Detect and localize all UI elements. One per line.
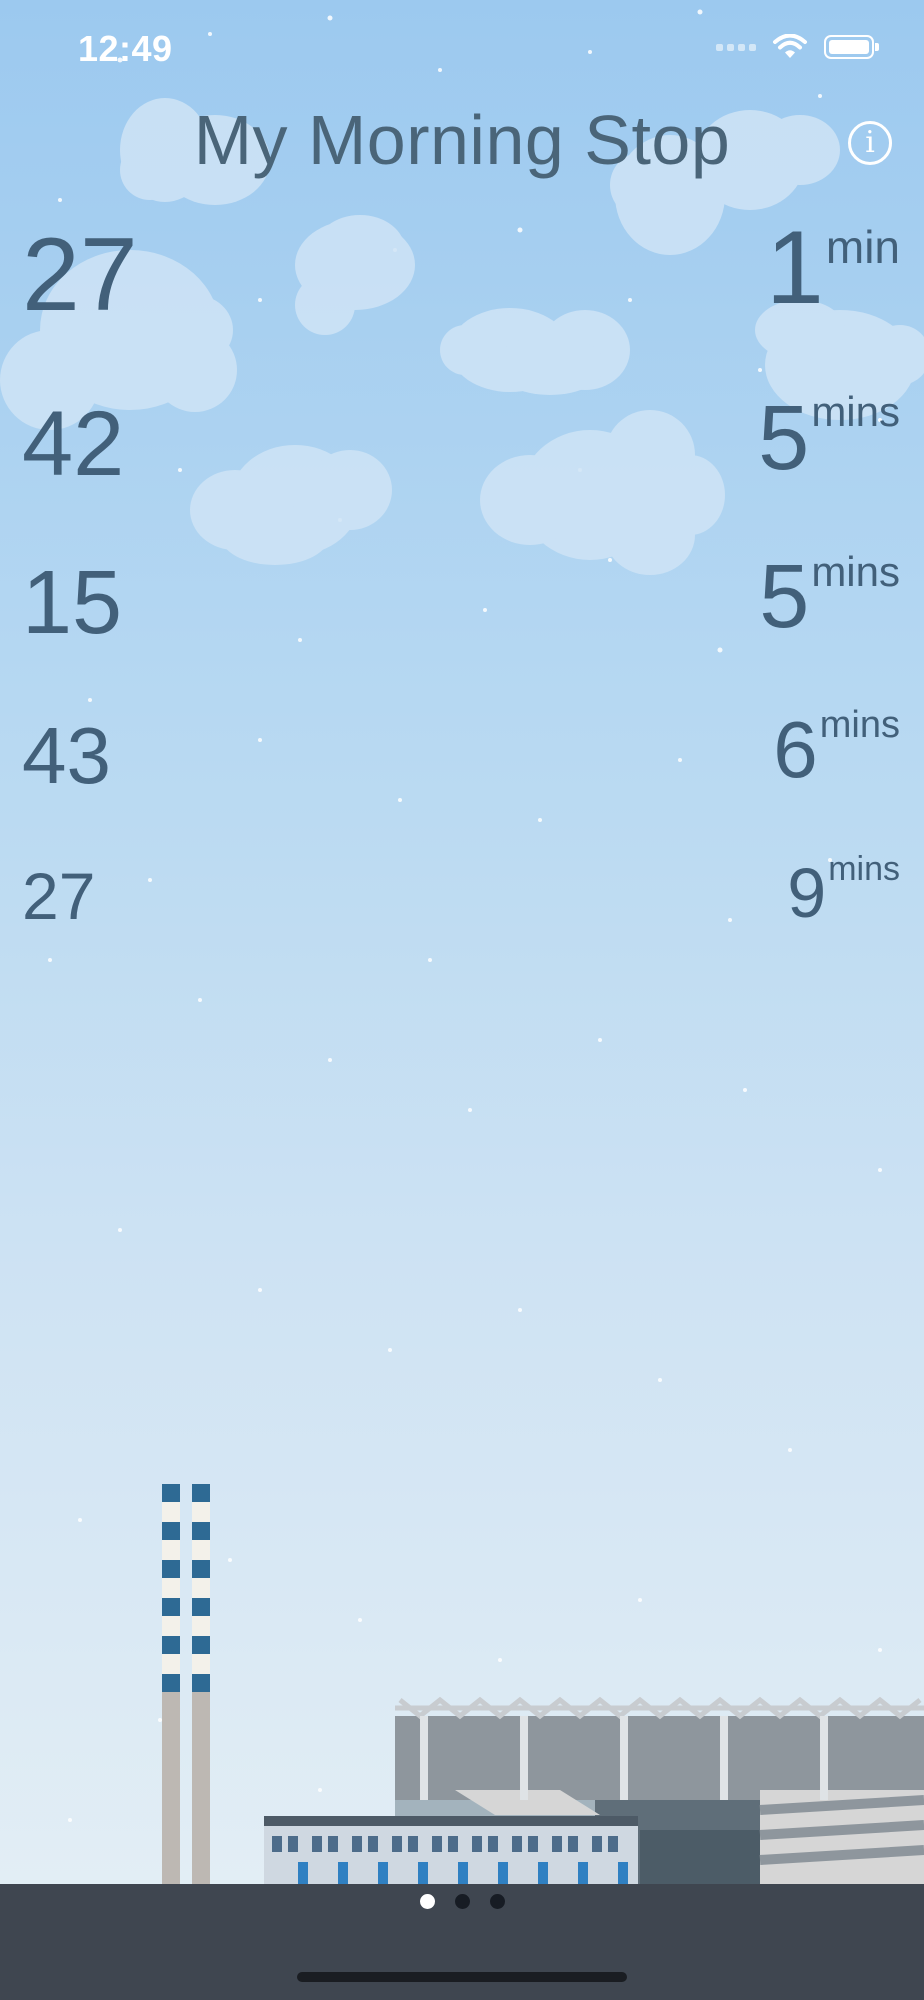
terraced-houses	[264, 1816, 638, 1884]
city-skyline-illustration	[162, 1484, 924, 1886]
eta-value: 1	[766, 210, 824, 326]
page-indicator[interactable]	[0, 1894, 924, 1909]
page-dot-2[interactable]	[454, 1894, 470, 1909]
route-number: 42	[22, 393, 125, 495]
eta-unit: mins	[828, 850, 900, 888]
route-number: 15	[22, 553, 123, 653]
page-title: My Morning Stop	[193, 101, 731, 179]
eta-unit: mins	[811, 548, 900, 595]
status-bar: 12:49	[0, 0, 924, 100]
eta: 9 mins	[787, 850, 900, 932]
list-item[interactable]: 27 9 mins	[0, 850, 924, 938]
eta-value: 6	[773, 705, 818, 794]
eta-unit: mins	[819, 704, 900, 746]
page-dot-3[interactable]	[489, 1894, 505, 1909]
page-dot-1[interactable]	[419, 1894, 435, 1909]
cellular-signal-icon	[716, 43, 756, 51]
eta: 1 min	[766, 216, 900, 320]
route-number: 27	[22, 859, 96, 933]
list-item[interactable]: 43 6 mins	[0, 704, 924, 800]
route-number: 43	[22, 711, 111, 800]
route-number: 27	[22, 217, 138, 333]
chimney-towers	[162, 1484, 210, 1884]
info-icon[interactable]: i	[848, 121, 892, 165]
eta-value: 9	[787, 854, 827, 932]
wifi-icon	[773, 34, 807, 58]
eta: 6 mins	[773, 704, 900, 794]
eta-value: 5	[759, 547, 810, 647]
eta: 5 mins	[758, 387, 900, 489]
eta-value: 5	[758, 387, 810, 489]
list-item[interactable]: 15 5 mins	[0, 547, 924, 653]
battery-icon	[824, 35, 879, 59]
list-item[interactable]: 42 5 mins	[0, 387, 924, 495]
status-icons	[716, 34, 879, 60]
list-item[interactable]: 27 1 min	[0, 216, 924, 333]
eta: 5 mins	[759, 547, 900, 647]
status-time: 12:49	[78, 28, 173, 69]
home-indicator[interactable]	[297, 1972, 627, 1982]
eta-unit: min	[825, 221, 900, 273]
eta-unit: mins	[811, 388, 900, 435]
